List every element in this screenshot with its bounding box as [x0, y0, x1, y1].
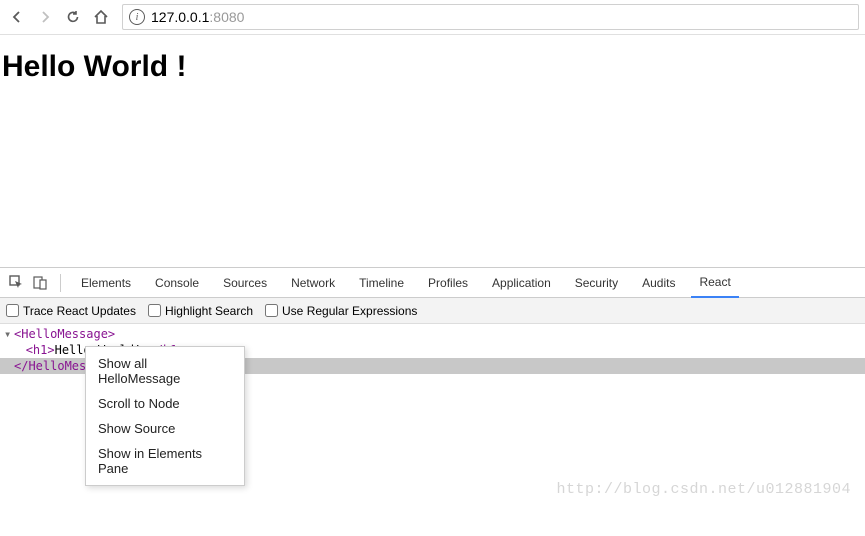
context-show-source[interactable]: Show Source: [86, 416, 244, 441]
divider: [60, 274, 61, 292]
tab-sources[interactable]: Sources: [215, 268, 275, 298]
context-show-in-elements[interactable]: Show in Elements Pane: [86, 441, 244, 481]
reload-button[interactable]: [62, 6, 84, 28]
context-menu: Show all HelloMessage Scroll to Node Sho…: [85, 346, 245, 486]
context-show-all[interactable]: Show all HelloMessage: [86, 351, 244, 391]
tab-audits[interactable]: Audits: [634, 268, 683, 298]
page-content: Hello World !: [0, 35, 865, 99]
checkbox-input[interactable]: [6, 304, 19, 317]
highlight-search-checkbox[interactable]: Highlight Search: [148, 304, 253, 318]
devtools-tabbar: Elements Console Sources Network Timelin…: [0, 268, 865, 298]
page-heading: Hello World !: [2, 50, 863, 84]
url-port: :8080: [209, 9, 244, 25]
regex-checkbox[interactable]: Use Regular Expressions: [265, 304, 417, 318]
checkbox-label: Trace React Updates: [23, 304, 136, 318]
device-toggle-icon[interactable]: [32, 275, 48, 291]
inspect-icon[interactable]: [8, 275, 24, 291]
tab-network[interactable]: Network: [283, 268, 343, 298]
info-icon[interactable]: i: [129, 9, 145, 25]
checkbox-input[interactable]: [265, 304, 278, 317]
tab-application[interactable]: Application: [484, 268, 559, 298]
trace-react-checkbox[interactable]: Trace React Updates: [6, 304, 136, 318]
checkbox-label: Highlight Search: [165, 304, 253, 318]
tab-timeline[interactable]: Timeline: [351, 268, 412, 298]
tab-security[interactable]: Security: [567, 268, 626, 298]
caret-down-icon[interactable]: ▾: [4, 326, 14, 342]
back-button[interactable]: [6, 6, 28, 28]
tab-profiles[interactable]: Profiles: [420, 268, 476, 298]
react-devtools-options: Trace React Updates Highlight Search Use…: [0, 298, 865, 324]
forward-button[interactable]: [34, 6, 56, 28]
checkbox-input[interactable]: [148, 304, 161, 317]
spacer: [4, 358, 14, 374]
checkbox-label: Use Regular Expressions: [282, 304, 417, 318]
tab-react[interactable]: React: [691, 268, 738, 298]
component-tag: <HelloMessage>: [14, 327, 115, 341]
url-host: 127.0.0.1: [151, 9, 209, 25]
tab-elements[interactable]: Elements: [73, 268, 139, 298]
tree-node-open[interactable]: ▾<HelloMessage>: [0, 326, 865, 342]
context-scroll-to-node[interactable]: Scroll to Node: [86, 391, 244, 416]
browser-toolbar: i 127.0.0.1:8080: [0, 0, 865, 35]
address-bar[interactable]: i 127.0.0.1:8080: [122, 4, 859, 30]
home-button[interactable]: [90, 6, 112, 28]
tab-console[interactable]: Console: [147, 268, 207, 298]
element-tag: <h1>: [26, 343, 55, 357]
